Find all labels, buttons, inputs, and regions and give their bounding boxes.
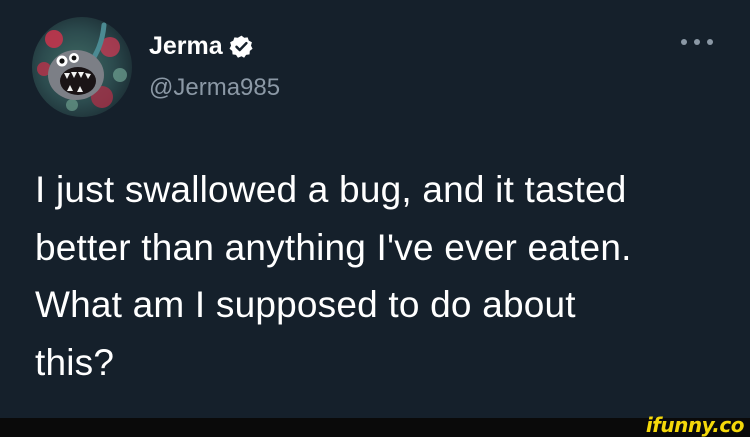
verified-badge-icon xyxy=(229,34,254,59)
tweet-card: Jerma @Jerma985 I just swallowed a bug, … xyxy=(0,0,750,437)
author-avatar[interactable] xyxy=(32,17,132,117)
tweet-text-line: better than anything I've ever eaten. xyxy=(35,226,632,268)
tweet-text-line: I just swallowed a bug, and it tasted xyxy=(35,169,627,210)
author-handle[interactable]: @Jerma985 xyxy=(149,73,280,103)
tweet-text: I just swallowed a bug, and it tasted be… xyxy=(35,161,725,391)
ifunny-watermark: ifunny.co xyxy=(645,413,745,437)
author-name-row[interactable]: Jerma xyxy=(149,31,254,61)
tweet-text-line: What am I supposed to do about xyxy=(35,284,576,325)
tweet-text-line: this? xyxy=(35,341,115,383)
more-dot xyxy=(681,39,687,45)
watermark-bar xyxy=(0,418,750,437)
more-options-icon[interactable] xyxy=(681,34,713,50)
avatar-image xyxy=(32,17,132,117)
more-dot xyxy=(694,39,700,45)
more-dot xyxy=(707,39,713,45)
author-name[interactable]: Jerma xyxy=(149,31,223,61)
